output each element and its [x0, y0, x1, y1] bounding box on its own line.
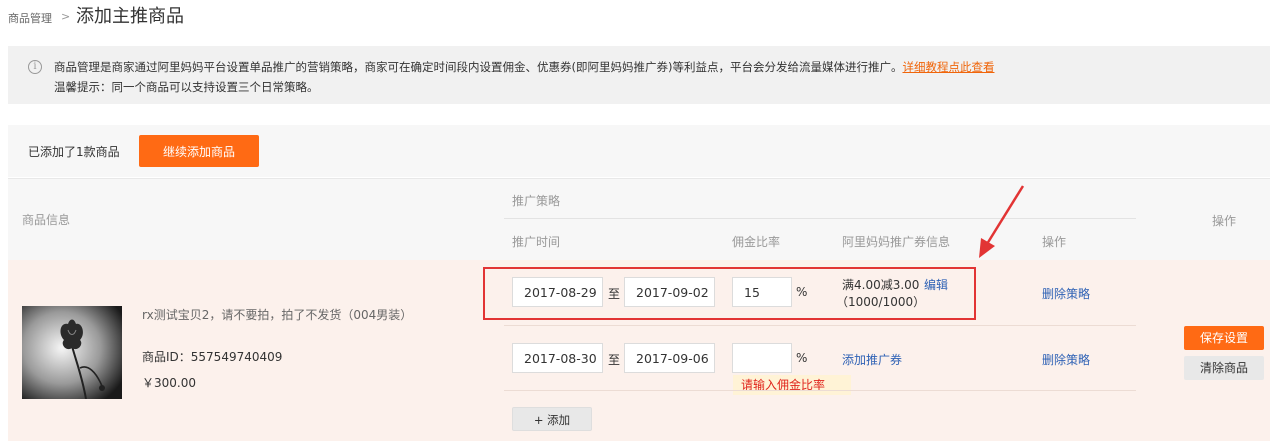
strategy-2-end-date[interactable]: [624, 343, 715, 373]
strategy-2-rate-input[interactable]: [732, 343, 792, 373]
strategy-1-percent: %: [796, 285, 808, 299]
add-strategy-button[interactable]: + 添加: [512, 407, 592, 431]
strategy-1-delete-link[interactable]: 删除策略: [1042, 285, 1090, 302]
clear-product-button[interactable]: 清除商品: [1184, 356, 1264, 380]
column-header-product-info: 商品信息: [22, 213, 71, 227]
header-divider: [504, 218, 1136, 219]
column-header-rate: 佣金比率: [732, 235, 781, 249]
breadcrumb-root[interactable]: 商品管理: [8, 10, 52, 26]
notice-panel: [8, 46, 1270, 104]
strategy-1-to-label: 至: [608, 287, 621, 301]
notice-text: 商品管理是商家通过阿里妈妈平台设置单品推广的营销策略，商家可在确定时间段内设置佣…: [54, 59, 994, 75]
breadcrumb-separator: >: [61, 10, 71, 23]
added-count: 已添加了1款商品: [28, 145, 120, 159]
save-settings-button[interactable]: 保存设置: [1184, 326, 1264, 350]
column-header-coupon: 阿里妈妈推广券信息: [842, 235, 951, 249]
page-title: 添加主推商品: [76, 6, 184, 27]
column-header-strategy-op: 操作: [1042, 235, 1067, 249]
strategy-divider: [504, 390, 1136, 391]
strategy-1-start-date[interactable]: [512, 277, 603, 307]
rate-error-tip: 请输入佣金比率: [733, 375, 851, 395]
strategy-1-coupon-edit-link[interactable]: 编辑: [924, 276, 948, 293]
product-image: [22, 306, 122, 399]
strategy-2-add-coupon-link[interactable]: 添加推广券: [842, 351, 902, 368]
tutorial-link[interactable]: 详细教程点此查看: [902, 60, 994, 74]
notice-tip: 温馨提示：同一个商品可以支持设置三个日常策略。: [54, 80, 319, 94]
strategy-divider: [504, 325, 1136, 326]
strategy-2-to-label: 至: [608, 353, 621, 367]
product-thumbnail[interactable]: [22, 306, 122, 399]
strategy-1-end-date[interactable]: [624, 277, 715, 307]
product-id: 商品ID：557549740409: [142, 350, 283, 364]
product-name[interactable]: rx测试宝贝2，请不要拍，拍了不发货（004男装）: [142, 306, 412, 323]
table-header: [8, 178, 1270, 261]
strategy-1-rate-input[interactable]: [732, 277, 792, 307]
info-circle-icon: i: [28, 60, 42, 74]
strategy-1-coupon-info: 满4.00减3.00: [842, 278, 920, 292]
strategy-2-delete-link[interactable]: 删除策略: [1042, 351, 1090, 368]
column-header-op: 操作: [1212, 214, 1237, 228]
strategy-1-coupon-quantity: （1000/1000）: [836, 295, 926, 309]
product-price: ￥300.00: [142, 376, 196, 390]
column-header-time: 推广时间: [512, 235, 561, 249]
strategy-2-start-date[interactable]: [512, 343, 603, 373]
column-header-strategy: 推广策略: [512, 194, 561, 208]
continue-add-product-button[interactable]: 继续添加商品: [139, 135, 259, 167]
notice-description: 商品管理是商家通过阿里妈妈平台设置单品推广的营销策略，商家可在确定时间段内设置佣…: [54, 60, 903, 74]
strategy-2-percent: %: [796, 351, 808, 365]
